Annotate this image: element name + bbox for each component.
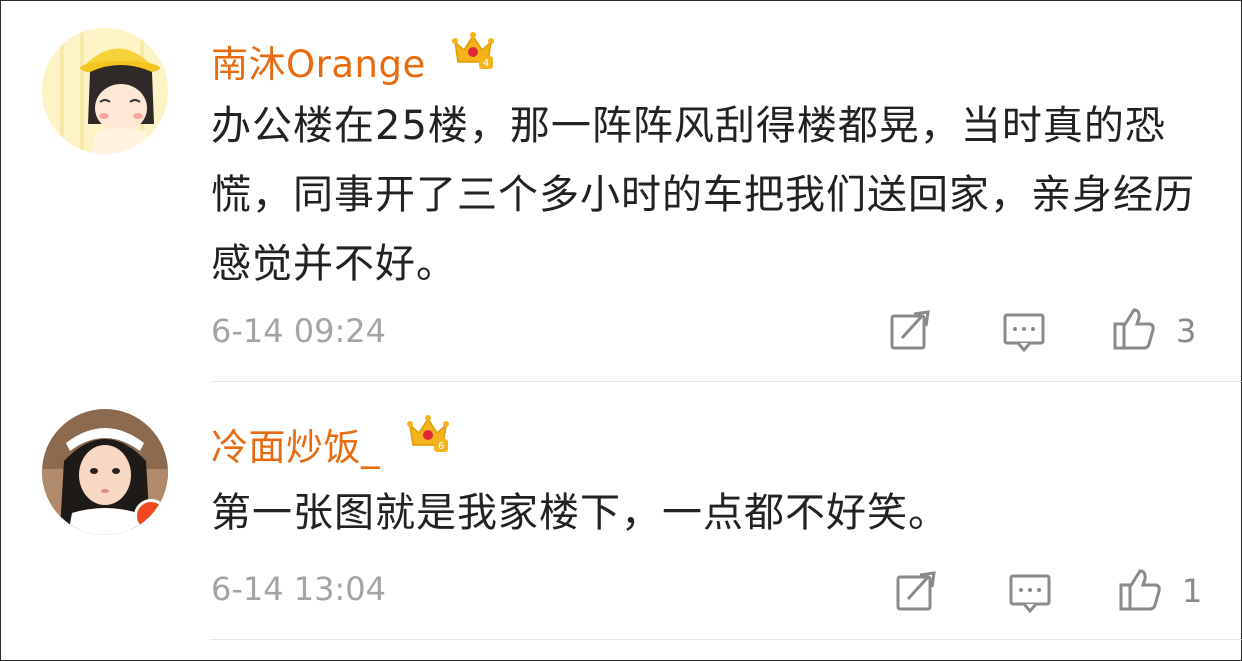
verified-badge-icon — [134, 499, 168, 533]
comment-text: 办公楼在25楼，那一阵阵风刮得楼都晃，当时真的恐慌，同事开了三个多小时的车把我们… — [211, 103, 1195, 287]
like-count: 1 — [1182, 572, 1203, 610]
comment-icon[interactable] — [1008, 571, 1052, 615]
comment-text: 第一张图就是我家楼下，一点都不好笑。 — [211, 490, 949, 536]
comment-item: 南沐Orange 4 办公楼在25楼，那一阵阵风刮得楼都晃，当时真的恐慌，同事开… — [0, 0, 1242, 382]
crown-level-icon: 6 — [407, 415, 449, 452]
svg-text:4: 4 — [483, 58, 489, 69]
like-icon[interactable] — [1112, 306, 1156, 350]
comment-time: 6-14 13:04 — [211, 570, 387, 608]
username[interactable]: 冷面炒饭_ — [211, 417, 380, 471]
crown-level-icon: 4 — [452, 32, 494, 69]
comment-divider — [210, 381, 1242, 382]
avatar[interactable] — [42, 409, 168, 535]
comment-time: 6-14 09:24 — [211, 312, 387, 350]
like-count: 3 — [1176, 312, 1197, 350]
username[interactable]: 南沐Orange — [211, 34, 426, 88]
repost-icon[interactable] — [894, 569, 938, 613]
svg-text:6: 6 — [438, 441, 444, 452]
like-icon[interactable] — [1118, 567, 1162, 611]
comment-divider — [210, 639, 1242, 640]
comment-icon[interactable] — [1002, 310, 1046, 354]
repost-icon[interactable] — [888, 308, 932, 352]
comment-item: 冷面炒饭_ 6 第一张图就是我家楼下，一点都不好笑。 6-14 13:04 1 — [0, 383, 1242, 641]
avatar[interactable] — [42, 28, 168, 154]
